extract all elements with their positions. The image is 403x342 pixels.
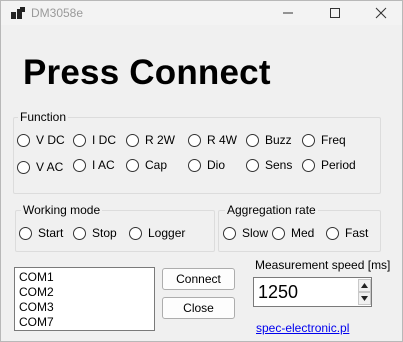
radio-start[interactable]: Start: [19, 226, 63, 240]
minimize-icon: [283, 12, 293, 14]
radio-circle: [188, 133, 201, 147]
radio-med[interactable]: Med: [272, 226, 314, 240]
app-icon: [11, 7, 25, 19]
arrow-up-icon: [361, 283, 368, 288]
radio-circle: [73, 158, 86, 172]
port-list-item[interactable]: COM1: [19, 270, 150, 285]
aggregation-rate-legend: Aggregation rate: [225, 203, 318, 217]
radio-circle: [223, 226, 236, 240]
port-list-item[interactable]: COM2: [19, 285, 150, 300]
function-group-legend: Function: [18, 110, 69, 124]
radio-stop[interactable]: Stop: [73, 226, 117, 240]
radio-r-4w[interactable]: R 4W: [188, 133, 237, 147]
radio-dio[interactable]: Dio: [188, 158, 225, 172]
radio-circle: [188, 158, 201, 172]
radio-r-2w[interactable]: R 2W: [126, 133, 175, 147]
radio-period[interactable]: Period: [302, 158, 356, 172]
radio-slow[interactable]: Slow: [223, 226, 268, 240]
maximize-button[interactable]: [312, 1, 358, 25]
radio-i-dc[interactable]: I DC: [73, 133, 116, 147]
radio-circle: [129, 226, 142, 240]
radio-circle: [19, 226, 32, 240]
radio-circle: [17, 160, 30, 174]
radio-cap[interactable]: Cap: [126, 158, 167, 172]
maximize-icon: [330, 8, 340, 18]
measurement-speed-input[interactable]: 1250: [253, 277, 372, 307]
spin-down-button[interactable]: [358, 292, 371, 305]
radio-circle: [17, 133, 30, 147]
function-group: [13, 117, 381, 194]
measurement-speed-value[interactable]: 1250: [258, 282, 298, 303]
radio-i-ac[interactable]: I AC: [73, 158, 115, 172]
radio-circle: [73, 226, 86, 240]
port-list-item[interactable]: COM7: [19, 315, 150, 330]
working-mode-legend: Working mode: [21, 203, 103, 217]
window-title: DM3058e: [31, 6, 84, 20]
main-window: DM3058e Press Connect Function V DC I DC…: [0, 0, 403, 342]
port-listbox[interactable]: COM1 COM2 COM3 COM7: [14, 267, 155, 331]
radio-circle: [246, 158, 259, 172]
radio-circle: [73, 133, 86, 147]
spin-up-button[interactable]: [358, 279, 371, 292]
radio-circle: [126, 133, 139, 147]
measurement-speed-label: Measurement speed [ms]: [255, 258, 391, 272]
close-button[interactable]: Close: [162, 297, 235, 319]
radio-sens[interactable]: Sens: [246, 158, 292, 172]
radio-circle: [126, 158, 139, 172]
radio-circle: [302, 158, 315, 172]
minimize-button[interactable]: [265, 1, 311, 25]
radio-circle: [272, 226, 285, 240]
radio-v-ac[interactable]: V AC: [17, 160, 63, 174]
port-list-item[interactable]: COM3: [19, 300, 150, 315]
radio-fast[interactable]: Fast: [326, 226, 368, 240]
radio-freq[interactable]: Freq: [302, 133, 346, 147]
close-icon: [375, 7, 387, 19]
title-bar: DM3058e: [1, 1, 402, 25]
radio-logger[interactable]: Logger: [129, 226, 185, 240]
radio-circle: [246, 133, 259, 147]
arrow-down-icon: [361, 296, 368, 301]
radio-buzz[interactable]: Buzz: [246, 133, 292, 147]
status-headline: Press Connect: [23, 53, 271, 92]
close-window-button[interactable]: [358, 1, 403, 25]
radio-circle: [302, 133, 315, 147]
connect-button[interactable]: Connect: [162, 268, 235, 290]
website-link[interactable]: spec-electronic.pl: [256, 321, 349, 335]
radio-v-dc[interactable]: V DC: [17, 133, 65, 147]
radio-circle: [326, 226, 339, 240]
